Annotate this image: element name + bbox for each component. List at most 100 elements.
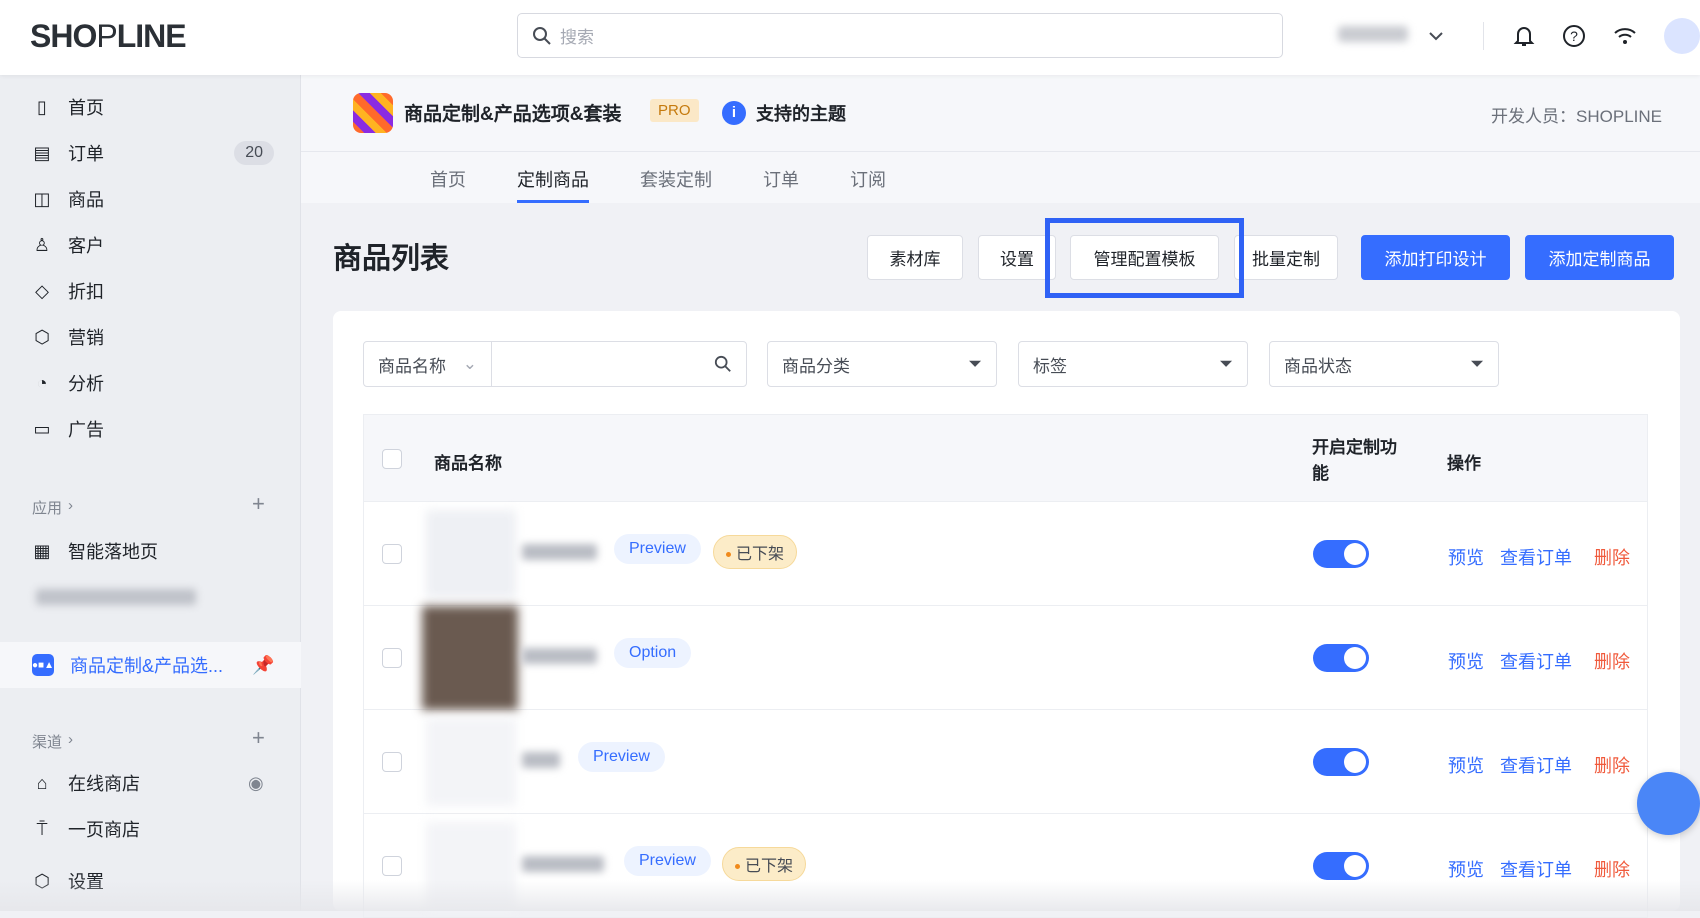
add-app-button[interactable]: + [252,491,265,517]
preview-link[interactable]: 预览 [1448,544,1484,570]
main-content: 商品定制&产品选项&套装 PRO i 支持的主题 开发人员：SHOPLINE 首页… [301,75,1700,918]
channels-section-header[interactable]: 渠道 › [32,731,73,752]
sidebar-item-home[interactable]: ▯ 首页 [0,85,301,129]
manage-templates-button[interactable]: 管理配置模板 [1070,235,1219,280]
settings-button[interactable]: 设置 [978,235,1056,280]
sidebar-item-settings[interactable]: ⬡ 设置 [0,859,301,903]
avatar[interactable] [1664,18,1700,54]
app-tabs: 首页 定制商品 套装定制 订单 订阅 [301,152,1700,203]
sidebar-item-products[interactable]: ◫ 商品 [0,177,301,221]
chevron-right-icon: › [68,731,74,748]
help-icon[interactable]: ? [1560,22,1588,50]
chevron-right-icon: › [68,497,74,514]
tags-filter[interactable]: 标签 ⏷ [1018,341,1248,387]
sidebar-item-analytics[interactable]: ◔ 分析 [0,361,301,405]
customization-toggle[interactable] [1313,540,1369,568]
add-custom-product-button[interactable]: 添加定制商品 [1525,235,1674,280]
sidebar-item-ads[interactable]: ▭ 广告 [0,407,301,451]
tab-home[interactable]: 首页 [430,166,466,203]
bell-icon[interactable] [1510,22,1538,50]
row-checkbox[interactable] [382,648,402,668]
cube-icon: ⬡ [34,326,50,347]
type-tag: Option [614,638,692,668]
table-row: Preview 已下架 预览 查看订单 删除 [363,502,1648,606]
sidebar-item-online-store[interactable]: ⌂ 在线商店 ◉ [0,761,301,805]
wifi-icon[interactable] [1611,22,1639,50]
product-list-card: 商品名称 ⌄ 商品分类 ⏷ 标签 ⏷ 商品状态 ⏷ 商品名称 开启定制功能 操作 Pre… [333,311,1680,918]
developer-label: 开发人员：SHOPLINE [1491,107,1662,126]
sidebar-item-label: 在线商店 [68,774,140,794]
select-all-checkbox[interactable] [382,449,402,469]
chat-support-button[interactable] [1637,772,1700,835]
preview-link[interactable]: 预览 [1448,648,1484,674]
tab-custom-products[interactable]: 定制商品 [517,166,589,203]
shopline-logo[interactable]: SHOPLINE [30,18,187,55]
category-filter[interactable]: 商品分类 ⏷ [767,341,997,387]
orders-count-badge: 20 [234,141,274,165]
pin-icon[interactable]: 📌 [252,655,274,676]
product-thumbnail [426,822,516,910]
product-name-blurred[interactable] [522,648,597,664]
batch-customize-button[interactable]: 批量定制 [1234,235,1338,280]
page-title: 商品列表 [333,243,450,275]
view-orders-link[interactable]: 查看订单 [1500,856,1572,882]
sidebar-item-orders[interactable]: ▤ 订单 20 [0,131,301,175]
eye-icon[interactable]: ◉ [248,773,264,794]
customization-toggle[interactable] [1313,644,1369,672]
view-orders-link[interactable]: 查看订单 [1500,544,1572,570]
add-print-design-button[interactable]: 添加打印设计 [1361,235,1510,280]
landing-page-icon: ▦ [33,540,51,561]
row-checkbox[interactable] [382,544,402,564]
delete-link[interactable]: 删除 [1594,752,1630,778]
chevron-down-icon: ⌄ [462,354,477,373]
product-name-blurred[interactable] [522,856,604,872]
status-filter[interactable]: 商品状态 ⏷ [1269,341,1499,387]
sidebar-item-marketing[interactable]: ⬡ 营销 [0,315,301,359]
row-checkbox[interactable] [382,752,402,772]
type-tag: Preview [624,846,711,876]
tab-orders[interactable]: 订单 [763,166,799,203]
delete-link[interactable]: 删除 [1594,648,1630,674]
blurred-label [36,589,196,605]
product-name-blurred[interactable] [522,544,597,560]
sidebar-item-one-page-store[interactable]: ⍑ 一页商店 [0,807,301,851]
pro-badge: PRO [650,99,699,122]
home-icon: ▯ [37,96,47,117]
tab-subscription[interactable]: 订阅 [850,166,886,203]
view-orders-link[interactable]: 查看订单 [1500,752,1572,778]
tab-bundles[interactable]: 套装定制 [640,166,712,203]
view-orders-link[interactable]: 查看订单 [1500,648,1572,674]
sidebar-item-label: 商品 [68,190,104,210]
status-badge: 已下架 [713,535,798,569]
sidebar-item-customers[interactable]: ♙ 客户 [0,223,301,267]
sidebar: ▯ 首页 ▤ 订单 20 ◫ 商品 ♙ 客户 ◇ 折扣 ⬡ 营销 ◔ 分析 ▭ 广告 应用 › + … [0,75,301,911]
delete-link[interactable]: 删除 [1594,544,1630,570]
chevron-down-icon[interactable] [1422,22,1450,50]
supported-themes-link[interactable]: i 支持的主题 [722,100,846,126]
search-input[interactable]: 搜索 [517,13,1283,58]
sidebar-item-customize-app[interactable]: ●■▲ 商品定制&产品选... 📌 [0,642,301,688]
search-icon[interactable] [714,355,732,373]
store-name-blurred[interactable] [1338,26,1408,42]
select-value: 商品名称 [378,356,446,376]
customization-toggle[interactable] [1313,748,1369,776]
sidebar-item-blurred-app[interactable] [0,575,301,619]
customization-toggle[interactable] [1313,852,1369,880]
preview-link[interactable]: 预览 [1448,752,1484,778]
section-label: 渠道 [32,734,63,751]
product-search-input[interactable] [491,341,747,387]
delete-link[interactable]: 删除 [1594,856,1630,882]
tag-icon: ◇ [35,280,49,301]
apps-section-header[interactable]: 应用 › [32,497,73,518]
product-thumbnail [426,510,516,598]
product-name-blurred[interactable] [522,752,560,768]
row-checkbox[interactable] [382,856,402,876]
add-channel-button[interactable]: + [252,725,265,751]
app-logo-icon [353,93,393,133]
sidebar-item-label: 折扣 [68,282,104,302]
preview-link[interactable]: 预览 [1448,856,1484,882]
materials-button[interactable]: 素材库 [867,235,963,280]
sidebar-item-discounts[interactable]: ◇ 折扣 [0,269,301,313]
sidebar-item-smart-landing[interactable]: ▦ 智能落地页 [0,529,301,573]
name-field-select[interactable]: 商品名称 ⌄ [363,341,492,387]
